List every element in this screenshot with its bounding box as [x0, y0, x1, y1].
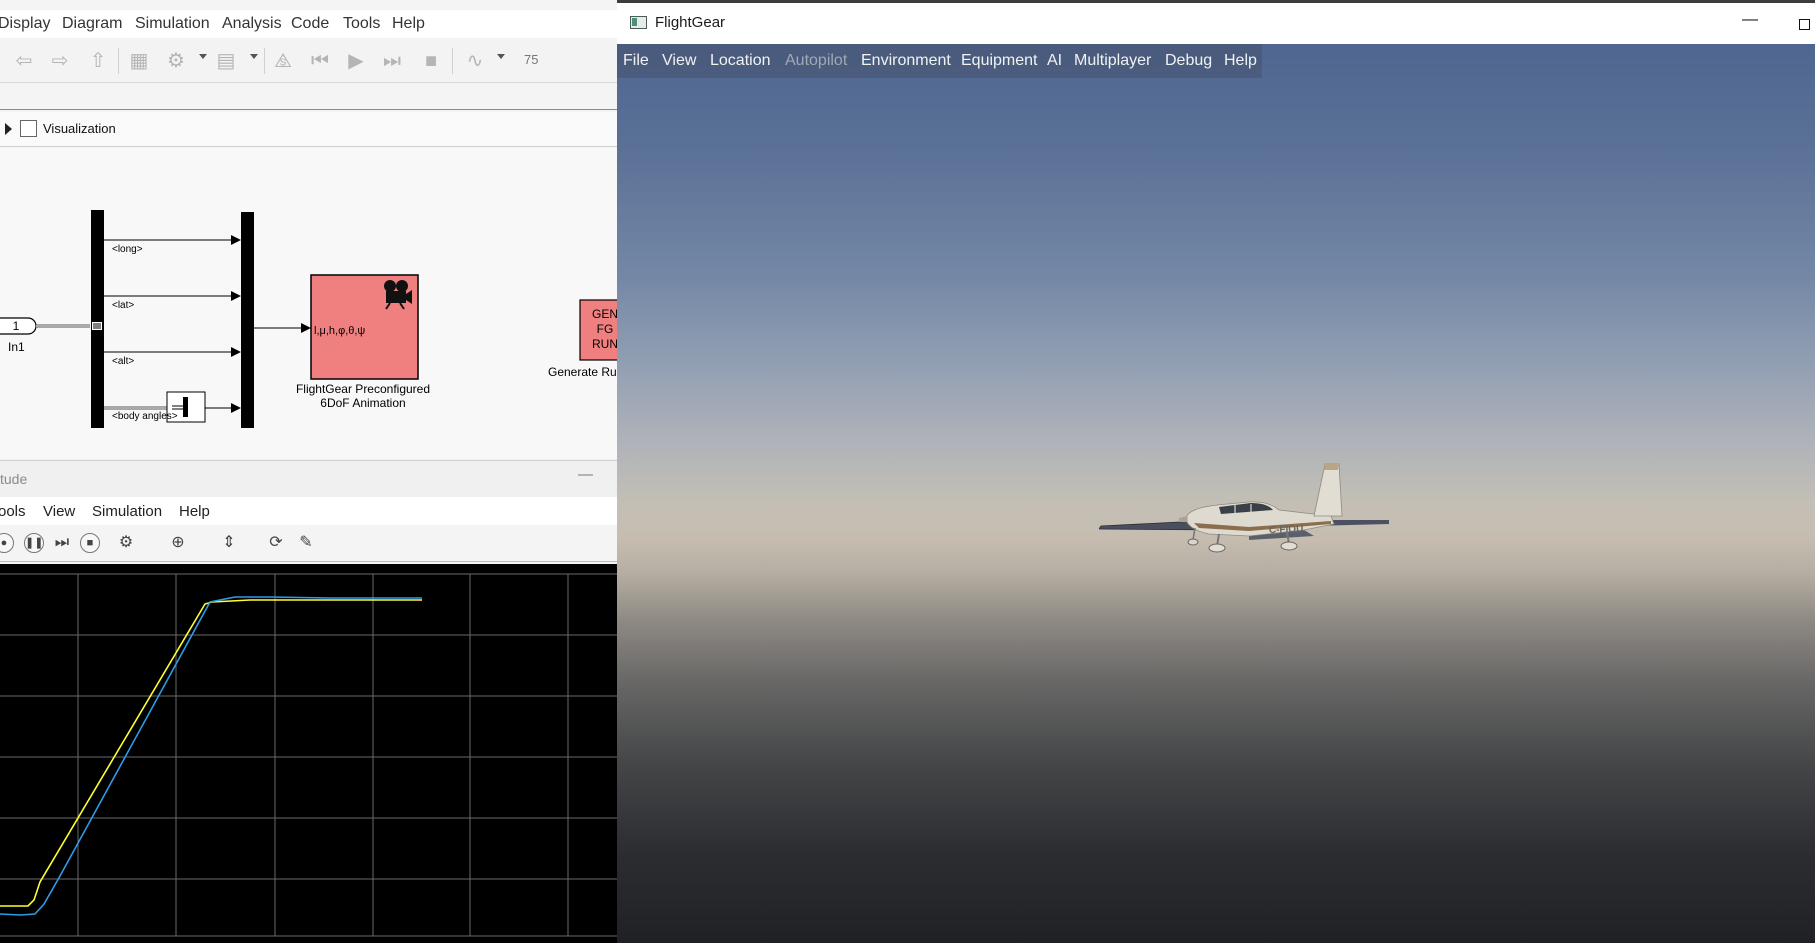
up-arrow-icon[interactable]: ⇧: [85, 48, 111, 74]
library-browser-icon[interactable]: ▦: [126, 48, 152, 74]
scope-menu-view[interactable]: View: [43, 503, 75, 520]
stop-icon[interactable]: ■: [80, 533, 100, 553]
model-icon: [20, 120, 37, 137]
back-arrow-icon[interactable]: ⇦: [11, 48, 37, 74]
scope-title: tude: [0, 471, 28, 487]
breadcrumb: Visualization: [0, 112, 617, 147]
fg-menu-view[interactable]: View: [662, 52, 696, 70]
inport-label: In1: [8, 340, 25, 354]
scale-axes-icon[interactable]: ⇕: [219, 533, 239, 553]
breadcrumb-label[interactable]: Visualization: [43, 121, 116, 136]
menu-code[interactable]: Code: [291, 15, 329, 33]
menu-display[interactable]: Display: [0, 15, 50, 33]
scope-toolbar: ● ❚❚ ⏭ ■ ⚙ ⊕ ⇕ ⟳ ✎: [0, 525, 617, 562]
simulink-window: Display Diagram Simulation Analysis Code…: [0, 0, 617, 943]
inport-block[interactable]: 1: [0, 317, 37, 335]
menu-diagram[interactable]: Diagram: [62, 15, 122, 33]
expand-triangle-icon[interactable]: [5, 123, 12, 135]
step-forward-icon[interactable]: ⏭: [379, 48, 405, 74]
scope-plot[interactable]: [0, 564, 617, 943]
step-back-icon[interactable]: ⏮: [307, 48, 333, 74]
signal-label-alt: <alt>: [112, 356, 134, 367]
model-explorer-icon[interactable]: ▤: [213, 48, 239, 74]
window-title: FlightGear: [655, 14, 726, 31]
forward-arrow-icon[interactable]: ⇨: [47, 48, 73, 74]
scope-menubar: ools View Simulation Help: [0, 497, 617, 525]
zoom-in-icon[interactable]: ⊕: [168, 533, 188, 553]
step-forward-icon[interactable]: ⏭: [52, 533, 72, 553]
scope-trace-yellow: [0, 599, 422, 907]
fg-block-label-line2: 6DoF Animation: [320, 396, 405, 410]
scope-menu-help[interactable]: Help: [179, 503, 210, 520]
fg-menu-environment[interactable]: Environment: [861, 52, 951, 70]
fg-menu-equipment[interactable]: Equipment: [961, 52, 1038, 70]
menu-analysis[interactable]: Analysis: [222, 15, 282, 33]
highlight-simulink-icon[interactable]: ⚙: [116, 533, 136, 553]
scope-trace-blue: [0, 596, 422, 916]
signal-label-long: <long>: [112, 244, 143, 255]
explorer-bar: [0, 83, 617, 110]
measurements-icon[interactable]: ✎: [296, 533, 316, 553]
fg-menu-file[interactable]: File: [623, 52, 649, 70]
gen-block-label: Generate Ru: [548, 365, 617, 379]
fg-menu-help[interactable]: Help: [1224, 52, 1257, 70]
flightgear-menubar: File View Location Autopilot Environment…: [617, 44, 1262, 78]
block-diagram-canvas[interactable]: 1 In1 <long> <lat> <alt> <body angles> l…: [0, 148, 617, 458]
flightgear-app-icon: [630, 16, 647, 29]
fg-menu-multiplayer[interactable]: Multiplayer: [1074, 52, 1151, 70]
scope-titlebar: tude —: [0, 460, 617, 497]
stop-icon[interactable]: ■: [418, 48, 444, 74]
data-inspector-icon[interactable]: ∿: [462, 48, 488, 74]
flightgear-titlebar: FlightGear —: [617, 0, 1815, 44]
fg-block-label-line1: FlightGear Preconfigured: [296, 382, 430, 396]
aircraft-piper-cherokee: C-FIOU: [1099, 463, 1389, 553]
run-icon[interactable]: ▶: [343, 48, 369, 74]
maximize-icon[interactable]: [1799, 19, 1810, 30]
gen-line3: RUN: [592, 337, 617, 351]
simulink-toolbar: ⇦ ⇨ ⇧ ▦ ⚙ ▤ ⧌ ⏮ ▶ ⏭ ■ ∿ 75: [0, 40, 617, 83]
scope-menu-simulation[interactable]: Simulation: [92, 503, 162, 520]
settings-gear-icon[interactable]: ⚙: [163, 48, 189, 74]
flightgear-window: FlightGear — File View Location Autopilo…: [617, 0, 1815, 943]
inport-number: 1: [13, 319, 20, 333]
fg-block-ports: l,μ,h,φ,θ,ψ: [314, 325, 365, 337]
aircraft-registration: C-FIOU: [1269, 524, 1304, 536]
pause-icon[interactable]: ❚❚: [24, 533, 44, 553]
scope-grid: [0, 573, 617, 937]
menu-help[interactable]: Help: [392, 15, 425, 33]
triggers-icon[interactable]: ⟳: [266, 533, 286, 553]
signal-label-body-angles: <body angles>: [112, 411, 178, 422]
fg-menu-autopilot[interactable]: Autopilot: [785, 52, 847, 70]
simulink-menubar: Display Diagram Simulation Analysis Code…: [0, 10, 617, 38]
menu-tools[interactable]: Tools: [343, 15, 380, 33]
scope-minimize-icon[interactable]: —: [578, 466, 593, 483]
generate-run-script-block[interactable]: GEN FG RUN: [579, 299, 617, 361]
connect-icon[interactable]: ⧌: [270, 48, 296, 74]
minimize-icon[interactable]: —: [1742, 11, 1758, 29]
scope-settings-icon[interactable]: ●: [0, 533, 14, 553]
gen-line2: FG: [597, 322, 614, 336]
gen-line1: GEN: [592, 307, 617, 321]
bus-selector-block[interactable]: [91, 210, 104, 428]
stop-time-field[interactable]: 75: [522, 48, 614, 72]
signal-label-lat: <lat>: [112, 300, 134, 311]
fg-menu-location[interactable]: Location: [710, 52, 771, 70]
scope-menu-tools[interactable]: ools: [0, 503, 26, 520]
fg-menu-ai[interactable]: AI: [1047, 52, 1062, 70]
mux-block[interactable]: [241, 212, 254, 428]
flightgear-animation-block[interactable]: l,μ,h,φ,θ,ψ: [310, 274, 419, 380]
fg-menu-debug[interactable]: Debug: [1165, 52, 1212, 70]
menu-simulation[interactable]: Simulation: [135, 15, 210, 33]
